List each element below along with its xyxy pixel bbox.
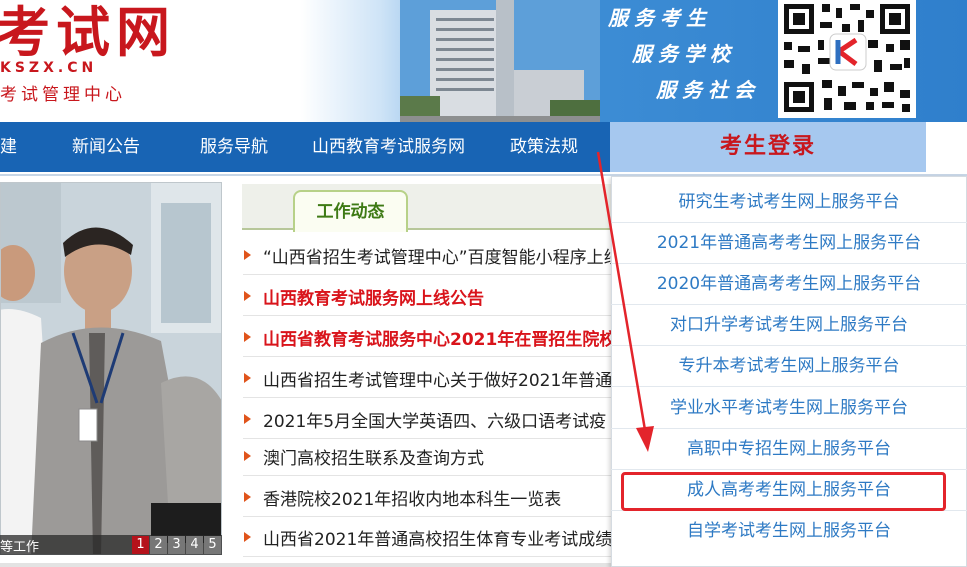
site-organization: 考试管理中心 (0, 85, 126, 105)
menu-item-self-study[interactable]: 自学考试考生网上服务平台 (611, 511, 967, 552)
tab-work-updates[interactable]: 工作动态 (293, 190, 408, 232)
triangle-bullet-icon (244, 451, 251, 461)
triangle-bullet-icon (244, 414, 251, 424)
main-nav: 建 新闻公告 服务导航 山西教育考试服务网 政策法规 考生登录 (0, 122, 926, 172)
news-item: 山西省2021年普通高校招生体育专业考试成绩 (243, 516, 623, 557)
qr-code-icon (778, 0, 916, 118)
news-link[interactable]: 山西省招生考试管理中心关于做好2021年普通 (263, 366, 612, 391)
pager-5[interactable]: 5 (204, 536, 221, 554)
news-link[interactable]: 山西教育考试服务网上线公告 (263, 284, 484, 309)
nav-item-policies[interactable]: 政策法规 (510, 122, 578, 172)
triangle-bullet-icon (244, 492, 251, 502)
site-header: 考试网 KSZX.CN 考试管理中心 服务考生 服务学校 服务社会 (0, 0, 967, 122)
triangle-bullet-icon (244, 532, 251, 542)
nav-item-party-building[interactable]: 建 (0, 122, 17, 172)
news-photo (1, 183, 221, 554)
news-link[interactable]: 山西省2021年普通高校招生体育专业考试成绩 (263, 525, 612, 550)
nav-item-exam-service-site[interactable]: 山西教育考试服务网 (312, 122, 465, 172)
pager-3[interactable]: 3 (168, 536, 185, 554)
triangle-bullet-icon (244, 291, 251, 301)
news-item: 2021年5月全国大学英语四、六级口语考试疫 (243, 398, 623, 439)
triangle-bullet-icon (244, 373, 251, 383)
news-link[interactable]: 澳门高校招生联系及查询方式 (263, 444, 484, 469)
pager-4[interactable]: 4 (186, 536, 203, 554)
news-item: 山西教育考试服务网上线公告 (243, 275, 623, 316)
pager-1[interactable]: 1 (132, 536, 149, 554)
news-item: 澳门高校招生联系及查询方式 (243, 435, 623, 476)
arrow-down-icon (596, 151, 654, 452)
slogan-serve-schools: 服务学校 (632, 42, 736, 66)
photo-slider[interactable] (0, 182, 222, 555)
news-link[interactable]: 山西省教育考试服务中心2021年在晋招生院校 (263, 325, 616, 350)
slogan-serve-students: 服务考生 (608, 6, 712, 30)
nav-item-service-guide[interactable]: 服务导航 (200, 122, 268, 172)
nav-item-news[interactable]: 新闻公告 (72, 122, 140, 172)
news-link[interactable]: “山西省招生考试管理中心”百度智能小程序上线 (263, 243, 621, 268)
news-item: 香港院校2021年招收内地本科生一览表 (243, 476, 623, 517)
site-logo-title[interactable]: 考试网 (0, 0, 176, 67)
news-item: “山西省招生考试管理中心”百度智能小程序上线 (243, 234, 623, 275)
building-photo (400, 0, 600, 122)
news-item: 山西省教育考试服务中心2021年在晋招生院校 (243, 316, 623, 357)
slogan-serve-society: 服务社会 (656, 78, 760, 102)
news-link[interactable]: 香港院校2021年招收内地本科生一览表 (263, 485, 561, 510)
highlight-box (621, 472, 946, 511)
pager-2[interactable]: 2 (150, 536, 167, 554)
photo-caption: 等工作 (0, 540, 40, 555)
triangle-bullet-icon (244, 250, 251, 260)
news-link[interactable]: 2021年5月全国大学英语四、六级口语考试疫 (263, 407, 606, 432)
news-item: 山西省招生考试管理中心关于做好2021年普通 (243, 357, 623, 398)
site-domain: KSZX.CN (0, 60, 98, 76)
triangle-bullet-icon (244, 332, 251, 342)
